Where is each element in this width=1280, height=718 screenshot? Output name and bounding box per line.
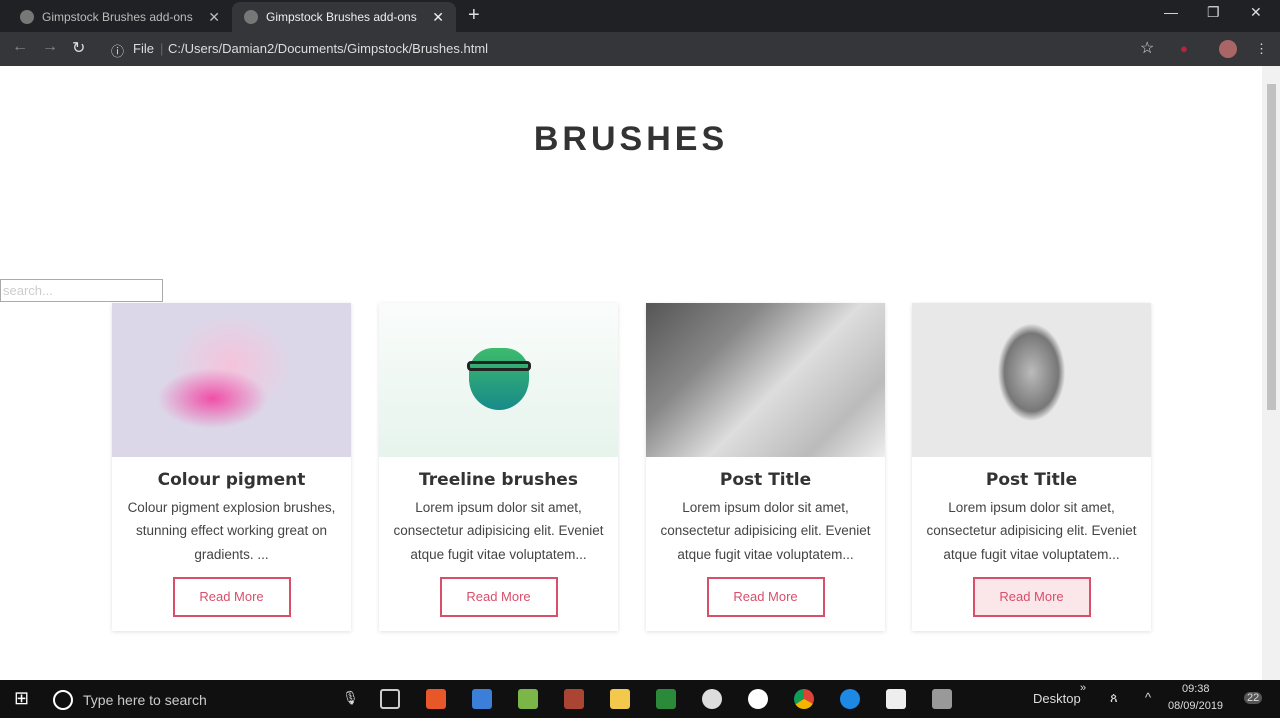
card-title: Post Title <box>985 470 1078 490</box>
card-title: Colour pigment <box>157 470 306 490</box>
cortana-icon[interactable] <box>53 690 73 710</box>
minimize-button[interactable]: — <box>1164 4 1178 20</box>
divider: | <box>160 41 164 56</box>
scrollbar-thumb[interactable] <box>1267 84 1276 410</box>
restore-button[interactable]: ❐ <box>1207 4 1220 21</box>
read-more-button[interactable]: Read More <box>972 576 1091 617</box>
read-more-button[interactable]: Read More <box>439 576 558 617</box>
globe-icon <box>244 10 258 24</box>
new-tab-button[interactable]: + <box>468 4 480 27</box>
tab-1[interactable]: Gimpstock Brushes add-ons ✕ <box>8 2 232 32</box>
task-view-icon[interactable] <box>380 689 400 709</box>
card-text: Lorem ipsum dolor sit amet, consectetur … <box>660 500 871 562</box>
tray-up-icon[interactable]: ^ <box>1145 690 1151 705</box>
app-icon[interactable] <box>656 689 676 709</box>
film-icon[interactable] <box>932 689 952 709</box>
card-post-1: Post Title Lorem ipsum dolor sit amet, c… <box>646 303 885 631</box>
bookmark-star-icon[interactable]: ☆ <box>1140 38 1154 58</box>
forward-icon[interactable]: → <box>42 38 58 56</box>
read-more-button[interactable]: Read More <box>172 576 291 617</box>
chrome-icon[interactable] <box>794 689 814 709</box>
app-icon[interactable] <box>426 689 446 709</box>
address-bar: ← → ↻ ⓘ File | C:/Users/Damian2/Document… <box>0 32 1280 66</box>
reload-icon[interactable]: ↻ <box>72 38 85 58</box>
pigment-image <box>112 303 351 457</box>
scrollbar[interactable] <box>1262 66 1280 680</box>
file-explorer-icon[interactable] <box>610 689 630 709</box>
close-window-button[interactable]: ✕ <box>1250 4 1262 21</box>
edge-icon[interactable] <box>840 689 860 709</box>
card-title: Post Title <box>719 470 812 490</box>
taskbar-search[interactable]: Type here to search <box>83 692 207 708</box>
card-post-2: Post Title Lorem ipsum dolor sit amet, c… <box>912 303 1151 631</box>
people-icon[interactable]: ጰ <box>1110 690 1118 706</box>
app-icon[interactable] <box>564 689 584 709</box>
url-field[interactable]: C:/Users/Damian2/Documents/Gimpstock/Bru… <box>168 41 488 56</box>
avatar[interactable] <box>1219 40 1237 58</box>
extension-icon[interactable]: ● <box>1180 41 1188 56</box>
desktop-label[interactable]: Desktop <box>1033 691 1081 706</box>
read-more-button[interactable]: Read More <box>706 576 825 617</box>
mail-icon[interactable] <box>886 689 906 709</box>
taskbar: ⊞ Type here to search 🎙 Desktop » ጰ ^ 09… <box>0 680 1280 718</box>
app-icon[interactable] <box>702 689 722 709</box>
close-tab-icon[interactable]: ✕ <box>208 9 220 26</box>
card-text: Lorem ipsum dolor sit amet, consectetur … <box>926 500 1137 562</box>
image-app-icon[interactable] <box>518 689 538 709</box>
tab-2[interactable]: Gimpstock Brushes add-ons ✕ <box>232 2 456 32</box>
store-icon[interactable] <box>472 689 492 709</box>
card-text: Colour pigment explosion brushes, stunni… <box>127 500 336 562</box>
menu-icon[interactable]: ⋮ <box>1255 41 1268 57</box>
microphone-icon[interactable]: 🎙 <box>342 690 359 706</box>
bear-logo-image <box>379 303 618 457</box>
notification-badge[interactable]: 22 <box>1244 692 1263 704</box>
card-text: Lorem ipsum dolor sit amet, consectetur … <box>393 500 604 562</box>
tab-title: Gimpstock Brushes add-ons <box>266 10 417 24</box>
info-icon[interactable]: ⓘ <box>111 41 124 60</box>
scheme-label: File <box>133 41 154 56</box>
card-colour-pigment: Colour pigment Colour pigment explosion … <box>112 303 351 631</box>
chevron-icon[interactable]: » <box>1080 682 1086 694</box>
windows-start-icon[interactable]: ⊞ <box>14 688 29 709</box>
tab-bar: Gimpstock Brushes add-ons ✕ Gimpstock Bru… <box>0 0 1280 32</box>
lowpoly-portrait-image <box>912 303 1151 457</box>
back-icon[interactable]: ← <box>12 38 28 56</box>
card-title: Treeline brushes <box>419 470 578 490</box>
card-treeline: Treeline brushes Lorem ipsum dolor sit a… <box>379 303 618 631</box>
search-input[interactable] <box>0 279 163 302</box>
globe-icon <box>20 10 34 24</box>
close-tab-icon[interactable]: ✕ <box>432 9 444 26</box>
page-title: BRUSHES <box>533 120 729 158</box>
tablet-photo <box>646 303 885 457</box>
tab-title: Gimpstock Brushes add-ons <box>42 10 193 24</box>
hp-icon[interactable] <box>748 689 768 709</box>
clock-time[interactable]: 09:38 <box>1182 683 1210 695</box>
clock-date[interactable]: 08/09/2019 <box>1168 700 1223 712</box>
